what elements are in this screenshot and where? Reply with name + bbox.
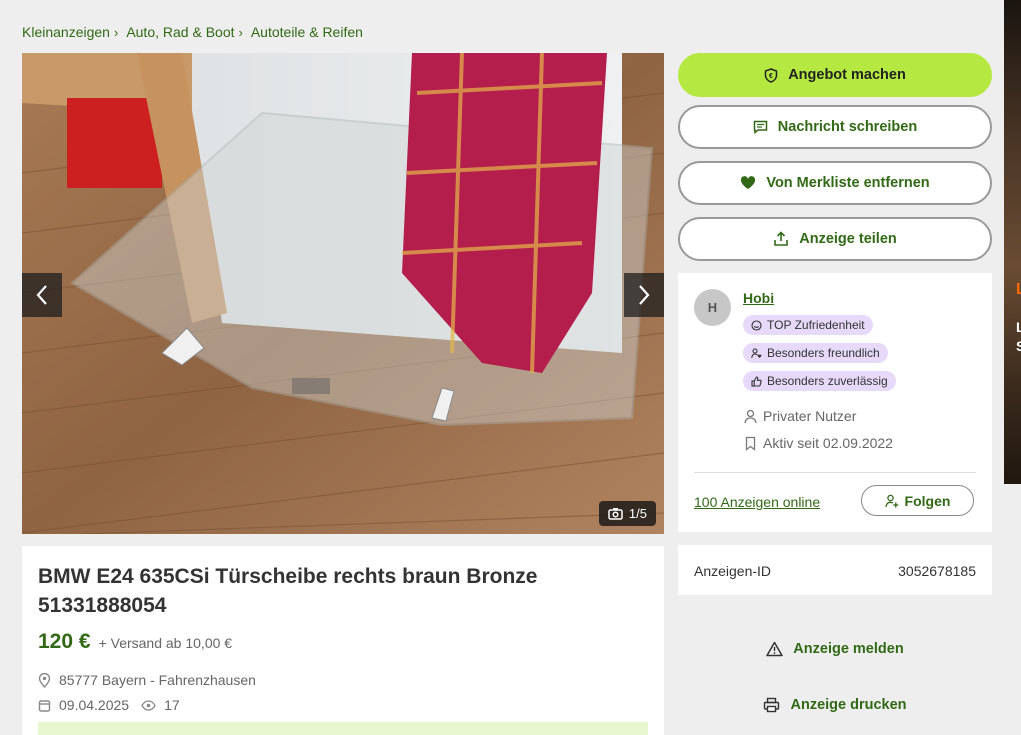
listing-title: BMW E24 635CSi Türscheibe rechts braun B… bbox=[38, 565, 538, 617]
ad-id-card: Anzeigen-ID 3052678185 bbox=[678, 545, 992, 595]
gallery-prev-button[interactable] bbox=[22, 273, 62, 317]
user-icon bbox=[744, 409, 757, 423]
ad-text: L bbox=[1016, 281, 1021, 298]
avatar[interactable]: H bbox=[694, 289, 731, 326]
price-row: 120 € + Versand ab 10,00 € bbox=[38, 630, 232, 654]
gallery-next-button[interactable] bbox=[624, 273, 664, 317]
shield-euro-icon: € bbox=[764, 67, 778, 83]
remove-watchlist-label: Von Merkliste entfernen bbox=[766, 175, 930, 191]
calendar-icon bbox=[38, 699, 51, 712]
image-counter-text: 1/5 bbox=[628, 506, 647, 521]
seller-active-row: Aktiv seit 02.09.2022 bbox=[743, 435, 893, 451]
person-plus-icon bbox=[884, 494, 898, 507]
image-gallery[interactable]: 1/5 bbox=[22, 53, 664, 534]
breadcrumb-auto-rad-boot[interactable]: Auto, Rad & Boot bbox=[126, 24, 234, 40]
person-heart-icon bbox=[751, 347, 762, 358]
seller-card: H Hobi TOP Zufriedenheit Besonders freun… bbox=[678, 273, 992, 532]
make-offer-label: Angebot machen bbox=[788, 67, 906, 83]
share-icon bbox=[774, 231, 789, 246]
send-message-label: Nachricht schreiben bbox=[777, 119, 918, 135]
eye-icon bbox=[141, 699, 156, 711]
breadcrumb: Kleinanzeigen › Auto, Rad & Boot › Autot… bbox=[22, 24, 363, 40]
side-advertisement[interactable]: L LS bbox=[1004, 0, 1021, 484]
camera-icon bbox=[608, 508, 623, 520]
seller-type: Privater Nutzer bbox=[763, 408, 857, 424]
location-row: 85777 Bayern - Fahrenzhausen bbox=[38, 672, 256, 688]
badge-label: TOP Zufriedenheit bbox=[767, 318, 865, 332]
remove-watchlist-button[interactable]: Von Merkliste entfernen bbox=[678, 161, 992, 205]
report-ad-label: Anzeige melden bbox=[793, 641, 904, 657]
svg-text:€: € bbox=[769, 73, 773, 80]
thumbs-up-icon bbox=[751, 375, 762, 387]
listing-price: 120 € bbox=[38, 630, 91, 653]
printer-icon bbox=[764, 697, 780, 713]
send-message-button[interactable]: Nachricht schreiben bbox=[678, 105, 992, 149]
badge-reliable: Besonders zuverlässig bbox=[743, 371, 896, 391]
listing-views: 17 bbox=[164, 697, 180, 713]
smiley-icon bbox=[751, 319, 762, 331]
share-ad-label: Anzeige teilen bbox=[799, 231, 897, 247]
location-pin-icon bbox=[38, 672, 51, 688]
badge-label: Besonders freundlich bbox=[767, 346, 880, 360]
follow-label: Folgen bbox=[904, 492, 951, 509]
make-offer-button[interactable]: € Angebot machen bbox=[678, 53, 992, 97]
image-counter: 1/5 bbox=[598, 501, 656, 526]
ad-id-label: Anzeigen-ID bbox=[694, 563, 772, 579]
breadcrumb-autoteile-reifen[interactable]: Autoteile & Reifen bbox=[251, 24, 363, 40]
breadcrumb-kleinanzeigen[interactable]: Kleinanzeigen bbox=[22, 24, 110, 40]
ad-text: LS bbox=[1016, 319, 1021, 354]
badge-top-satisfaction: TOP Zufriedenheit bbox=[743, 315, 873, 335]
report-ad-button[interactable]: Anzeige melden bbox=[678, 641, 992, 657]
shipping-info: + Versand ab 10,00 € bbox=[98, 635, 233, 651]
print-ad-button[interactable]: Anzeige drucken bbox=[678, 697, 992, 713]
info-banner bbox=[38, 722, 648, 735]
heart-icon bbox=[741, 176, 756, 189]
follow-button[interactable]: Folgen bbox=[861, 485, 974, 516]
divider bbox=[694, 472, 976, 473]
listing-details: BMW E24 635CSi Türscheibe rechts braun B… bbox=[22, 546, 664, 735]
seller-ads-online-link[interactable]: 100 Anzeigen online bbox=[694, 494, 820, 510]
chevron-left-icon bbox=[36, 285, 47, 305]
chevron-right-icon: › bbox=[238, 24, 243, 40]
warning-icon bbox=[766, 641, 784, 657]
seller-type-row: Privater Nutzer bbox=[743, 408, 856, 424]
date-views-row: 09.04.2025 17 bbox=[38, 697, 180, 713]
listing-location: 85777 Bayern - Fahrenzhausen bbox=[59, 672, 256, 688]
chevron-right-icon bbox=[639, 285, 650, 305]
listing-date: 09.04.2025 bbox=[59, 697, 130, 713]
share-ad-button[interactable]: Anzeige teilen bbox=[678, 217, 992, 261]
badge-label: Besonders zuverlässig bbox=[767, 374, 888, 388]
message-icon bbox=[753, 120, 768, 134]
listing-photo[interactable] bbox=[22, 53, 664, 534]
badge-friendly: Besonders freundlich bbox=[743, 343, 888, 363]
seller-name-link[interactable]: Hobi bbox=[743, 290, 774, 306]
ad-background bbox=[1004, 0, 1021, 484]
seller-active-since: Aktiv seit 02.09.2022 bbox=[763, 435, 893, 451]
chevron-right-icon: › bbox=[113, 24, 119, 40]
ad-id-value: 3052678185 bbox=[898, 563, 976, 579]
print-ad-label: Anzeige drucken bbox=[790, 697, 907, 713]
bookmark-icon bbox=[745, 436, 756, 451]
